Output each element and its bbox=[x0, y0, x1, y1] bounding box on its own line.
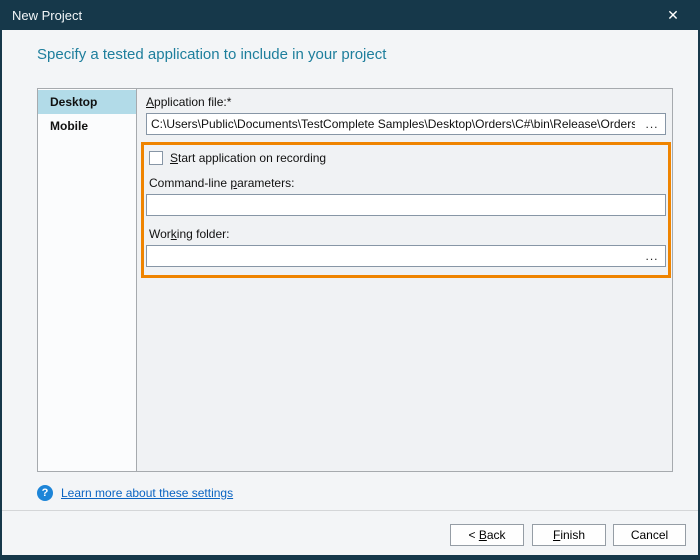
back-button[interactable]: < Back bbox=[450, 524, 524, 546]
finish-button[interactable]: Finish bbox=[532, 524, 606, 546]
help-row: ? Learn more about these settings bbox=[37, 485, 233, 501]
help-icon[interactable]: ? bbox=[37, 485, 53, 501]
content-box: Desktop Mobile Application file:* ... St… bbox=[37, 88, 673, 472]
window-title: New Project bbox=[12, 8, 82, 23]
start-on-recording-label: Start application on recording bbox=[170, 151, 326, 165]
command-line-input[interactable] bbox=[147, 198, 665, 212]
close-icon[interactable]: ✕ bbox=[656, 0, 690, 30]
command-line-field-wrap bbox=[146, 194, 666, 216]
sidebar-item-mobile[interactable]: Mobile bbox=[38, 114, 136, 138]
page-title: Specify a tested application to include … bbox=[37, 46, 386, 63]
working-folder-label: Working folder: bbox=[149, 227, 666, 241]
start-on-recording-row: Start application on recording bbox=[149, 151, 666, 165]
cancel-button[interactable]: Cancel bbox=[613, 524, 686, 546]
application-file-input[interactable] bbox=[147, 117, 639, 131]
working-folder-field-wrap: ... bbox=[146, 245, 666, 267]
sidebar: Desktop Mobile bbox=[38, 89, 137, 471]
title-bar: New Project bbox=[0, 0, 700, 30]
start-on-recording-checkbox[interactable] bbox=[149, 151, 163, 165]
working-folder-browse-button[interactable]: ... bbox=[639, 246, 665, 266]
learn-more-link[interactable]: Learn more about these settings bbox=[61, 486, 233, 500]
application-file-browse-button[interactable]: ... bbox=[639, 114, 665, 134]
working-folder-input[interactable] bbox=[147, 249, 639, 263]
application-file-field-wrap: ... bbox=[146, 113, 666, 135]
application-file-label: Application file:* bbox=[146, 95, 672, 109]
highlighted-settings-box: Start application on recording Command-l… bbox=[141, 142, 671, 278]
sidebar-item-desktop[interactable]: Desktop bbox=[38, 90, 136, 114]
command-line-label: Command-line parameters: bbox=[149, 176, 666, 190]
footer-separator bbox=[2, 510, 698, 511]
main-panel: Application file:* ... Start application… bbox=[137, 89, 672, 471]
